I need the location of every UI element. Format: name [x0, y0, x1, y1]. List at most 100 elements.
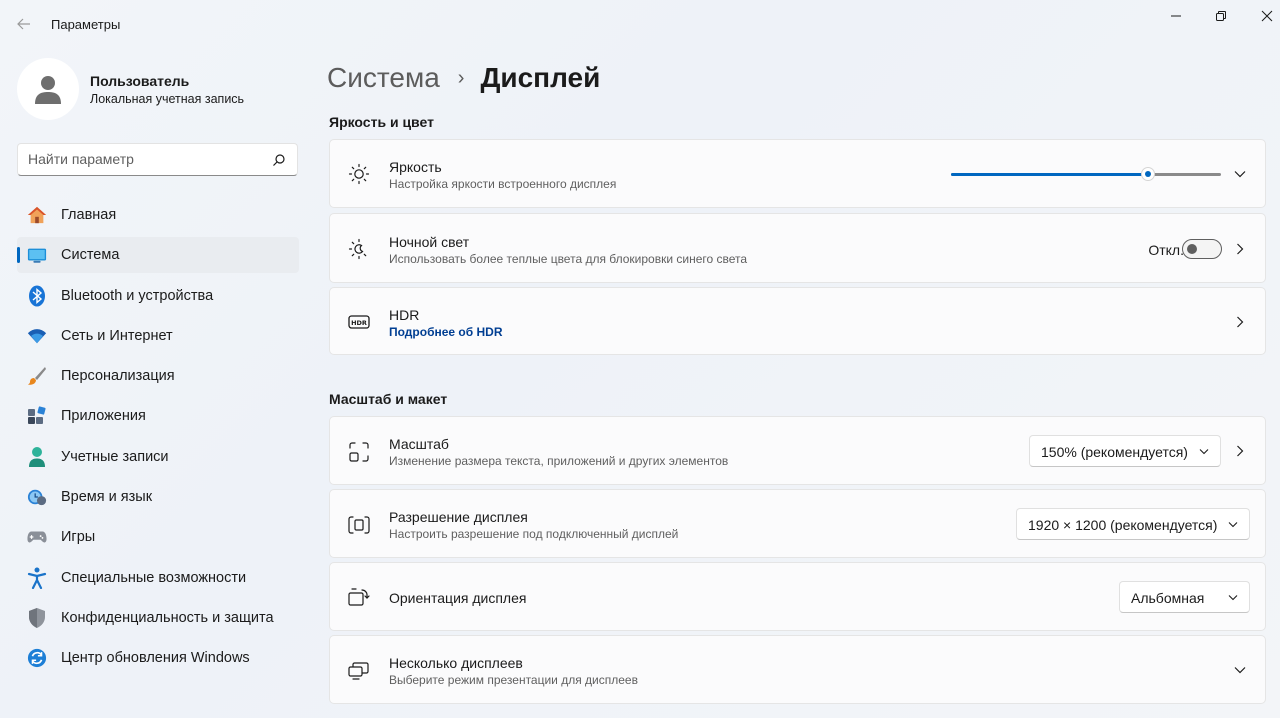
wifi-icon [27, 326, 47, 346]
sidebar-item-windows-update[interactable]: Центр обновления Windows [17, 640, 299, 676]
sidebar-item-label: Персонализация [61, 368, 175, 385]
brightness-title: Яркость [389, 159, 442, 175]
person-icon [35, 76, 61, 104]
orientation-dropdown[interactable]: Альбомная [1119, 581, 1250, 613]
scale-title: Масштаб [389, 436, 449, 452]
brightness-slider[interactable] [951, 167, 1221, 182]
title-bar: Параметры [0, 0, 1280, 48]
sidebar-item-privacy[interactable]: Конфиденциальность и защита [17, 600, 299, 636]
breadcrumb-parent[interactable]: Система [327, 62, 440, 94]
resolution-card[interactable]: Разрешение дисплея Настроить разрешение … [329, 489, 1266, 558]
close-button[interactable] [1256, 6, 1278, 26]
sidebar-item-apps[interactable]: Приложения [17, 398, 299, 434]
night-light-icon [347, 237, 371, 261]
night-light-card[interactable]: Ночной свет Использовать более теплые цв… [329, 213, 1266, 283]
search-box[interactable] [17, 143, 298, 176]
sidebar-item-label: Время и язык [61, 489, 153, 506]
section-title-scale-layout: Масштаб и макет [329, 391, 448, 407]
sidebar-item-home[interactable]: Главная [17, 197, 299, 233]
bluetooth-icon [27, 285, 47, 307]
night-light-title: Ночной свет [389, 234, 470, 250]
resolution-dropdown-value: 1920 × 1200 (рекомендуется) [1028, 517, 1218, 533]
sidebar-item-bluetooth[interactable]: Bluetooth и устройства [17, 278, 299, 314]
brush-icon [27, 366, 47, 386]
sidebar-item-network[interactable]: Сеть и Интернет [17, 318, 299, 354]
chevron-down-icon [1199, 449, 1209, 455]
sidebar-item-gaming[interactable]: Игры [17, 519, 299, 555]
sidebar-item-label: Bluetooth и устройства [61, 287, 214, 304]
multiple-displays-subtitle: Выберите режим презентации для дисплеев [389, 673, 638, 687]
brightness-card[interactable]: Яркость Настройка яркости встроенного ди… [329, 139, 1266, 208]
restore-icon [1216, 11, 1226, 21]
chevron-down-icon [1228, 595, 1238, 601]
chevron-right-icon[interactable] [1233, 242, 1247, 256]
sidebar-item-accessibility[interactable]: Специальные возможности [17, 560, 299, 596]
sidebar-nav: Главная Система Bluetooth и устройства С… [17, 197, 299, 681]
scale-dropdown-value: 150% (рекомендуется) [1041, 444, 1188, 460]
back-button[interactable] [12, 12, 36, 36]
multiple-displays-title: Несколько дисплеев [389, 655, 523, 671]
minimize-button[interactable] [1165, 6, 1187, 26]
orientation-dropdown-value: Альбомная [1131, 590, 1205, 606]
sidebar-item-label: Главная [61, 207, 117, 223]
brightness-icon [347, 162, 371, 186]
sidebar-item-label: Конфиденциальность и защита [61, 609, 274, 626]
chevron-down-icon [1228, 522, 1238, 528]
scale-icon [347, 440, 371, 464]
restore-button[interactable] [1210, 6, 1232, 26]
slider-fill [951, 173, 1149, 176]
minimize-icon [1171, 15, 1181, 17]
time-language-icon [27, 487, 47, 507]
user-name: Пользователь [90, 73, 190, 89]
app-title: Параметры [51, 17, 121, 32]
chevron-right-icon[interactable] [1233, 444, 1247, 458]
sidebar-item-label: Сеть и Интернет [61, 327, 173, 344]
orientation-icon [347, 585, 371, 609]
shield-icon [27, 607, 47, 628]
account-type: Локальная учетная запись [90, 92, 245, 106]
sidebar-item-personalization[interactable]: Персонализация [17, 358, 299, 394]
chevron-right-icon[interactable] [1233, 315, 1247, 329]
resolution-subtitle: Настроить разрешение под подключенный ди… [389, 527, 679, 541]
sidebar-item-label: Приложения [61, 408, 146, 425]
night-light-subtitle: Использовать более теплые цвета для блок… [389, 252, 748, 266]
system-icon [27, 245, 47, 265]
svg-text:HDR: HDR [351, 319, 367, 327]
resolution-dropdown[interactable]: 1920 × 1200 (рекомендуется) [1016, 508, 1250, 540]
slider-thumb[interactable] [1141, 167, 1156, 181]
scale-subtitle: Изменение размера текста, приложений и д… [389, 454, 729, 468]
update-icon [27, 648, 47, 668]
sidebar-item-label: Специальные возможности [61, 569, 247, 586]
hdr-icon: HDR [347, 310, 371, 334]
chevron-down-icon[interactable] [1233, 663, 1247, 677]
gamepad-icon [27, 527, 47, 547]
search-input[interactable] [28, 151, 258, 167]
section-title-brightness-color: Яркость и цвет [329, 114, 434, 130]
sidebar-item-system[interactable]: Система [17, 237, 299, 274]
night-light-state: Откл. [1148, 242, 1184, 258]
sidebar-item-label: Система [61, 247, 120, 264]
breadcrumb: Система › Дисплей [327, 58, 600, 98]
breadcrumb-separator: › [457, 66, 465, 89]
hdr-learn-more-link[interactable]: Подробнее об HDR [389, 325, 503, 339]
multiple-displays-card[interactable]: Несколько дисплеев Выберите режим презен… [329, 635, 1266, 704]
hdr-title: HDR [389, 307, 420, 323]
sidebar-item-time-language[interactable]: Время и язык [17, 479, 299, 515]
user-profile[interactable]: Пользователь Локальная учетная запись [17, 58, 307, 120]
sidebar-item-label: Учетные записи [61, 448, 169, 465]
toggle-knob [1187, 244, 1197, 254]
resolution-title: Разрешение дисплея [389, 509, 528, 525]
sidebar-item-accounts[interactable]: Учетные записи [17, 439, 299, 475]
sidebar-item-label: Игры [61, 529, 96, 546]
night-light-toggle[interactable] [1182, 239, 1222, 259]
close-icon [1261, 10, 1273, 22]
orientation-card[interactable]: Ориентация дисплея Альбомная [329, 562, 1266, 631]
chevron-down-icon[interactable] [1233, 167, 1247, 181]
avatar [17, 58, 79, 120]
multiple-displays-icon [347, 659, 371, 683]
scale-dropdown[interactable]: 150% (рекомендуется) [1029, 435, 1221, 467]
search-icon[interactable] [272, 153, 286, 167]
hdr-card[interactable]: HDR HDR Подробнее об HDR [329, 287, 1266, 355]
accessibility-icon [27, 567, 47, 589]
scale-card[interactable]: Масштаб Изменение размера текста, прилож… [329, 416, 1266, 485]
